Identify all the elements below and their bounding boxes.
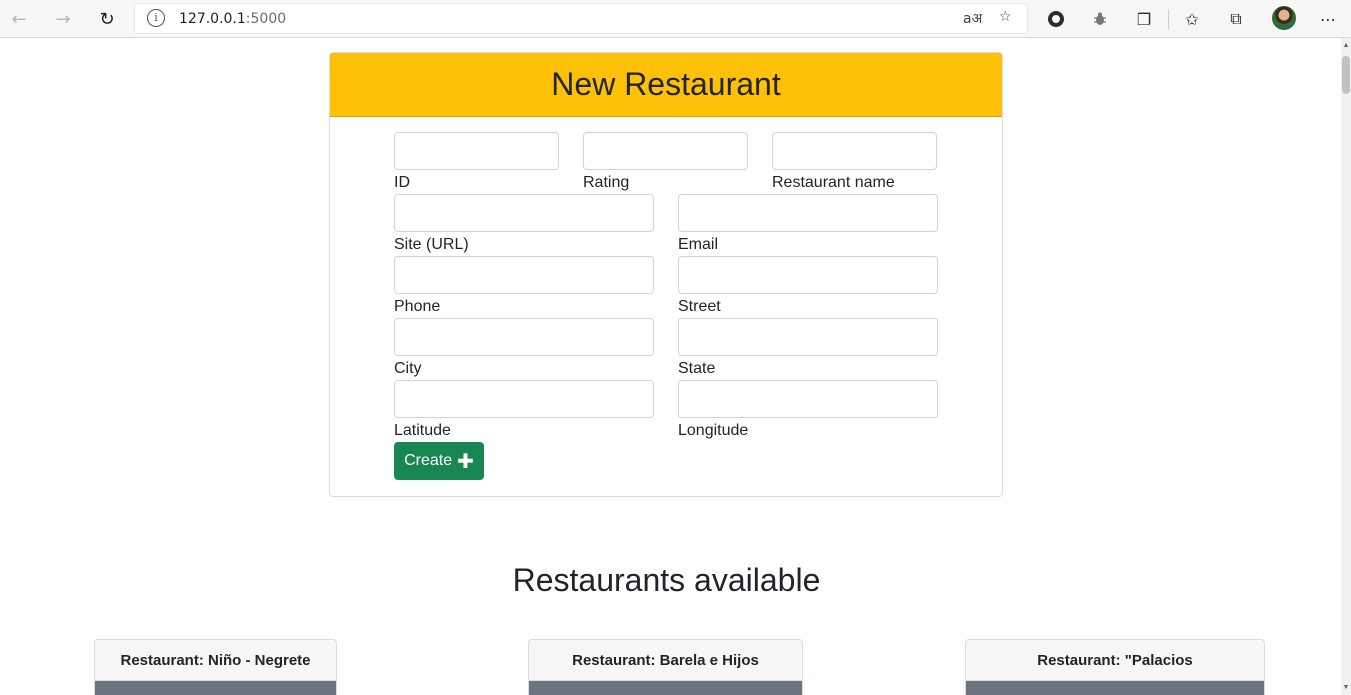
restaurant-card-header: Restaurant: Niño - Negrete bbox=[95, 640, 336, 681]
city-input[interactable] bbox=[394, 318, 654, 356]
restaurant-card[interactable]: Restaurant: "Palacios bbox=[965, 639, 1265, 695]
plus-icon: ✚ bbox=[457, 449, 474, 473]
favorites-icon[interactable]: ✩ bbox=[1180, 7, 1204, 31]
state-field-group: State bbox=[678, 318, 938, 379]
toolbar-divider bbox=[1168, 9, 1169, 29]
restaurant-card[interactable]: Restaurant: Niño - Negrete bbox=[94, 639, 337, 695]
restaurants-section-title: Restaurants available bbox=[512, 562, 821, 598]
restaurant-name-input[interactable] bbox=[772, 132, 937, 170]
form-title: New Restaurant bbox=[551, 66, 781, 102]
street-field-group: Street bbox=[678, 256, 938, 317]
read-aloud-icon[interactable]: aअ bbox=[963, 9, 982, 28]
scrollbar-thumb[interactable] bbox=[1342, 56, 1350, 94]
more-options-icon[interactable]: ⋯ bbox=[1316, 7, 1340, 31]
restaurant-name-label: Restaurant name bbox=[772, 174, 895, 191]
add-favorite-icon[interactable]: ☆ bbox=[999, 9, 1012, 25]
create-button-label: Create bbox=[404, 452, 453, 469]
latitude-field-group: Latitude bbox=[394, 380, 654, 441]
address-url[interactable]: 127.0.0.1:5000 bbox=[179, 11, 286, 27]
create-button[interactable]: Create ✚ bbox=[394, 442, 484, 480]
collections-icon[interactable]: ⧉ bbox=[1224, 7, 1248, 31]
forward-icon[interactable]: → bbox=[50, 6, 76, 32]
restaurant-card-header: Restaurant: Barela e Hijos bbox=[529, 640, 802, 681]
reload-icon[interactable]: ↻ bbox=[94, 6, 120, 32]
email-field-group: Email bbox=[678, 194, 938, 255]
street-label: Street bbox=[678, 298, 721, 315]
longitude-field-group: Longitude bbox=[678, 380, 938, 441]
url-port: :5000 bbox=[245, 11, 287, 27]
restaurant-card-body bbox=[95, 681, 336, 695]
id-input[interactable] bbox=[394, 132, 559, 170]
new-restaurant-card: New Restaurant ID Rating Restaurant name… bbox=[329, 52, 1003, 497]
phone-field-group: Phone bbox=[394, 256, 654, 317]
site-info-icon[interactable]: i bbox=[147, 9, 165, 27]
state-label: State bbox=[678, 360, 716, 377]
email-label: Email bbox=[678, 236, 719, 253]
page-scrollbar[interactable] bbox=[1341, 38, 1351, 695]
rating-label: Rating bbox=[583, 174, 630, 191]
name-field-group: Restaurant name bbox=[772, 132, 937, 193]
form-card-header: New Restaurant bbox=[330, 53, 1002, 117]
email-input[interactable] bbox=[678, 194, 938, 232]
site-field-group: Site (URL) bbox=[394, 194, 654, 255]
extension-circle-icon[interactable] bbox=[1044, 7, 1068, 31]
scroll-up-icon[interactable]: ▲ bbox=[1341, 40, 1351, 52]
phone-label: Phone bbox=[394, 298, 441, 315]
restaurant-card-body bbox=[529, 681, 802, 695]
scroll-down-icon[interactable]: ▼ bbox=[1341, 682, 1351, 694]
back-icon[interactable]: ← bbox=[6, 6, 32, 32]
restaurant-card-body bbox=[966, 681, 1264, 695]
browser-toolbar: ← → ↻ i 127.0.0.1:5000 aअ ☆ ❒ ✩ ⧉ ⋯ bbox=[0, 0, 1351, 38]
id-field-group: ID bbox=[394, 132, 559, 193]
longitude-input[interactable] bbox=[678, 380, 938, 418]
rating-input[interactable] bbox=[583, 132, 748, 170]
extensions-puzzle-icon[interactable]: ❒ bbox=[1132, 7, 1156, 31]
phone-input[interactable] bbox=[394, 256, 654, 294]
id-label: ID bbox=[394, 174, 410, 191]
latitude-input[interactable] bbox=[394, 380, 654, 418]
profile-avatar[interactable] bbox=[1272, 6, 1296, 30]
latitude-label: Latitude bbox=[394, 422, 451, 439]
rating-field-group: Rating bbox=[583, 132, 748, 193]
restaurant-card[interactable]: Restaurant: Barela e Hijos bbox=[528, 639, 803, 695]
restaurant-card-header: Restaurant: "Palacios bbox=[966, 640, 1264, 681]
bug-icon[interactable] bbox=[1088, 7, 1112, 31]
city-label: City bbox=[394, 360, 422, 377]
city-field-group: City bbox=[394, 318, 654, 379]
site-url-label: Site (URL) bbox=[394, 236, 469, 253]
street-input[interactable] bbox=[678, 256, 938, 294]
site-url-input[interactable] bbox=[394, 194, 654, 232]
state-input[interactable] bbox=[678, 318, 938, 356]
longitude-label: Longitude bbox=[678, 422, 749, 439]
url-host: 127.0.0.1 bbox=[179, 11, 246, 27]
address-bar[interactable]: i 127.0.0.1:5000 aअ ☆ bbox=[134, 3, 1028, 34]
